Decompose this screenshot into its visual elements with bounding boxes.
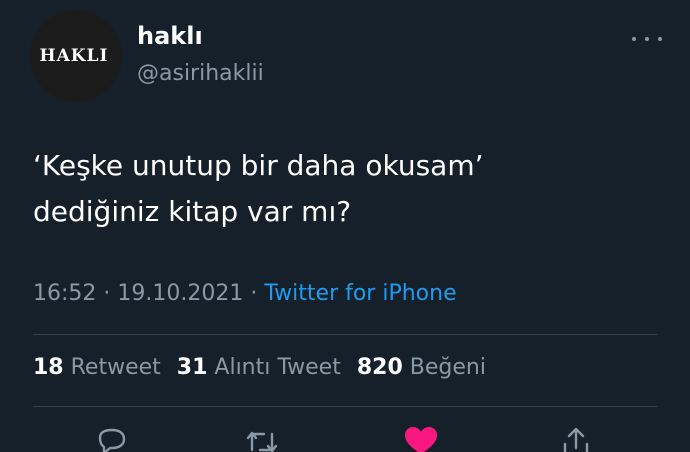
share-icon [563, 427, 589, 452]
tweet-text: ‘Keşke unutup bir daha okusam’ dediğiniz… [33, 149, 484, 228]
retweet-button[interactable] [242, 424, 282, 452]
retweets-label: Retweet [70, 355, 161, 380]
divider [33, 406, 657, 407]
likes-stat[interactable]: 820 Beğeni [357, 355, 486, 380]
author-display-name[interactable]: haklı [137, 22, 203, 50]
meta-separator: · [250, 281, 258, 306]
divider [33, 334, 657, 335]
meta-separator: · [103, 281, 111, 306]
tweet-date[interactable]: 19.10.2021 [117, 281, 243, 306]
more-options-icon[interactable] [632, 32, 662, 46]
retweets-count: 18 [33, 355, 64, 380]
likes-count: 820 [356, 355, 403, 380]
more-dot [632, 37, 636, 41]
tweet-stats: 18 Retweet 31 Alıntı Tweet 820 Beğeni [33, 355, 486, 380]
likes-label: Beğeni [409, 355, 486, 380]
quotes-stat[interactable]: 31 Alıntı Tweet [177, 355, 341, 380]
quotes-label: Alıntı Tweet [214, 355, 341, 380]
tweet-time[interactable]: 16:52 [33, 281, 96, 306]
like-button[interactable] [401, 424, 441, 452]
tweet-meta: 16:52 · 19.10.2021 · Twitter for iPhone [33, 281, 457, 306]
reply-icon [98, 428, 126, 452]
tweet-card: HAKLI haklı @asirihaklii ‘Keşke unutup b… [0, 0, 690, 452]
retweet-icon [246, 431, 278, 452]
author-handle[interactable]: @asirihaklii [137, 61, 264, 86]
action-bar [0, 424, 690, 452]
like-icon [405, 427, 437, 452]
retweets-stat[interactable]: 18 Retweet [33, 355, 161, 380]
tweet-source-link[interactable]: Twitter for iPhone [264, 281, 456, 306]
quotes-count: 31 [176, 355, 208, 380]
more-dot [645, 37, 649, 41]
share-button[interactable] [556, 424, 596, 452]
more-dot [658, 37, 662, 41]
avatar[interactable]: HAKLI [30, 10, 122, 102]
reply-button[interactable] [92, 424, 132, 452]
avatar-logo-text: HAKLI [39, 46, 109, 66]
